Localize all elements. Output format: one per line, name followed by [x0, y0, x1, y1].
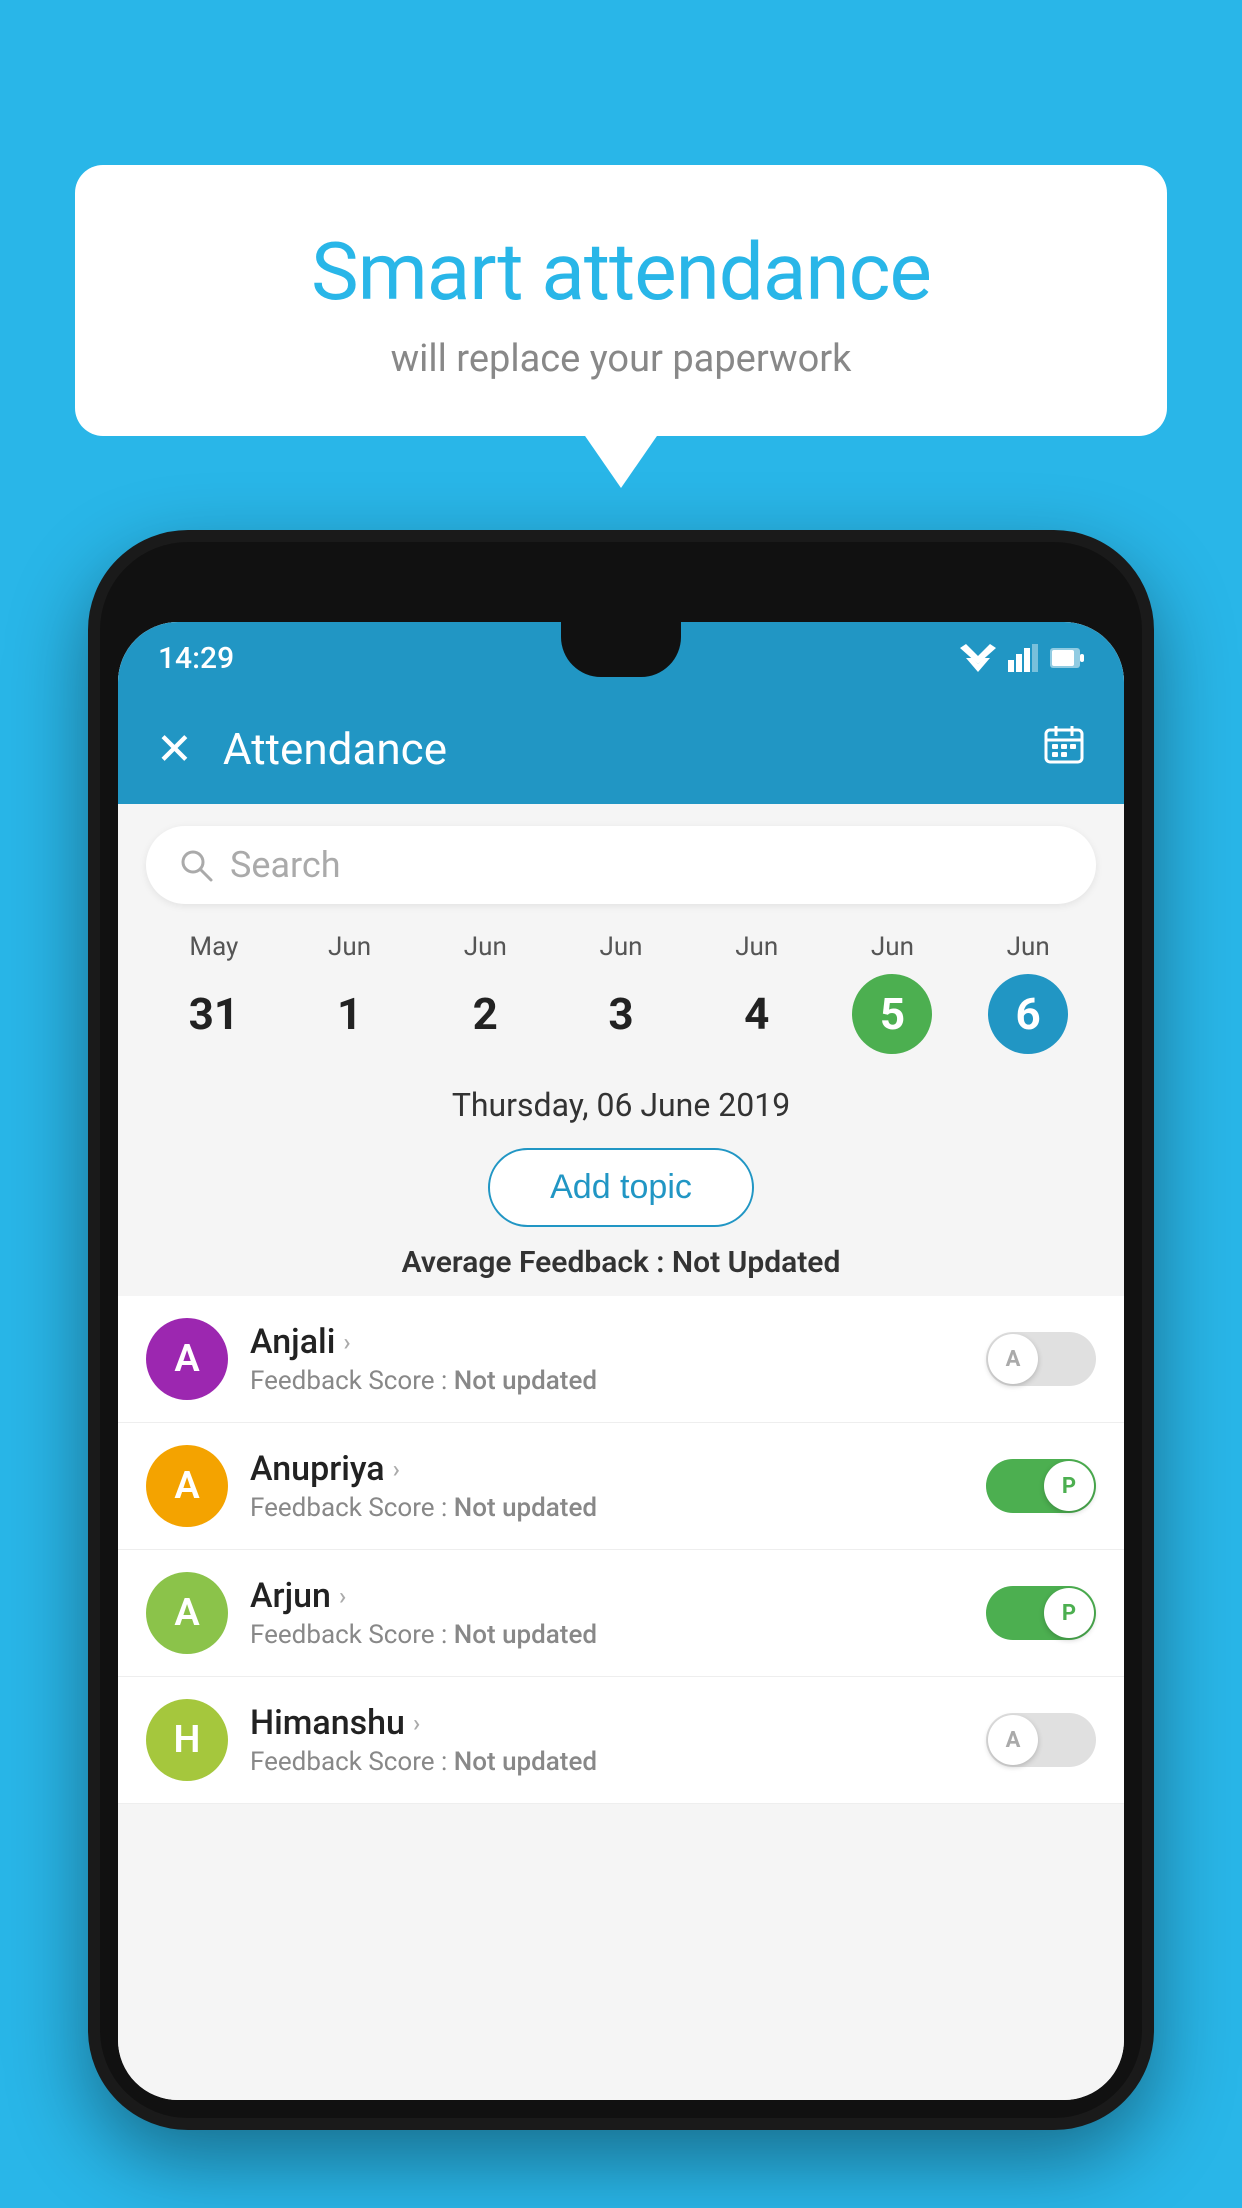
- app-bar: ✕ Attendance: [118, 694, 1124, 804]
- power-button: [1146, 942, 1154, 1062]
- date-number: 4: [717, 974, 797, 1054]
- date-number: 1: [310, 974, 390, 1054]
- toggle-knob: A: [988, 1715, 1038, 1765]
- date-month: Jun: [553, 932, 689, 962]
- student-name: Himanshu ›: [250, 1703, 964, 1743]
- notch: [561, 622, 681, 677]
- student-feedback: Feedback Score : Not updated: [250, 1493, 964, 1523]
- wifi-icon: [960, 644, 996, 672]
- search-icon: [178, 847, 214, 883]
- date-item[interactable]: Jun 4: [689, 932, 825, 1054]
- date-scroll: May 31 Jun 1 Jun 2 Jun 3 Jun 4 Jun 5 Jun 6: [118, 904, 1124, 1054]
- bubble-title: Smart attendance: [125, 225, 1117, 319]
- date-number: 3: [581, 974, 661, 1054]
- student-item[interactable]: A Anjali › Feedback Score : Not updated A: [118, 1296, 1124, 1423]
- date-item[interactable]: May 31: [146, 932, 282, 1054]
- date-number: 2: [445, 974, 525, 1054]
- date-month: Jun: [417, 932, 553, 962]
- student-item[interactable]: H Himanshu › Feedback Score : Not updated A: [118, 1677, 1124, 1804]
- speech-bubble: Smart attendance will replace your paper…: [75, 165, 1167, 436]
- attendance-toggle[interactable]: P: [986, 1586, 1096, 1640]
- attendance-toggle[interactable]: P: [986, 1459, 1096, 1513]
- app-bar-title: Attendance: [223, 723, 1012, 775]
- signal-icon: [1008, 644, 1038, 672]
- phone-body: 14:29: [88, 530, 1154, 2130]
- selected-date-label: Thursday, 06 June 2019: [118, 1086, 1124, 1124]
- avg-feedback-value: Not Updated: [672, 1245, 840, 1280]
- feedback-value: Not updated: [454, 1493, 597, 1523]
- student-name: Arjun ›: [250, 1576, 964, 1616]
- student-info: Himanshu › Feedback Score : Not updated: [250, 1703, 964, 1777]
- volume-down-button: [88, 1082, 96, 1182]
- date-month: May: [146, 932, 282, 962]
- add-topic-button[interactable]: Add topic: [488, 1148, 754, 1227]
- student-info: Anupriya › Feedback Score : Not updated: [250, 1449, 964, 1523]
- date-month: Jun: [282, 932, 418, 962]
- search-placeholder: Search: [230, 844, 341, 886]
- avg-feedback: Average Feedback : Not Updated: [118, 1245, 1124, 1280]
- volume-up-button: [88, 962, 96, 1062]
- calendar-button[interactable]: [1042, 722, 1086, 777]
- status-time: 14:29: [158, 641, 234, 676]
- student-info: Anjali › Feedback Score : Not updated: [250, 1322, 964, 1396]
- date-item[interactable]: Jun 6: [960, 932, 1096, 1054]
- student-list: AAnjali ›Feedback Score : Not updatedAAA…: [118, 1296, 1124, 1804]
- feedback-value: Not updated: [454, 1620, 597, 1650]
- attendance-toggle[interactable]: A: [986, 1332, 1096, 1386]
- date-month: Jun: [825, 932, 961, 962]
- close-button[interactable]: ✕: [156, 723, 193, 775]
- search-bar[interactable]: Search: [146, 826, 1096, 904]
- chevron-icon: ›: [393, 1455, 400, 1483]
- avatar: A: [146, 1572, 228, 1654]
- chevron-icon: ›: [343, 1328, 350, 1356]
- date-number: 6: [988, 974, 1068, 1054]
- date-number: 5: [852, 974, 932, 1054]
- student-feedback: Feedback Score : Not updated: [250, 1747, 964, 1777]
- date-month: Jun: [960, 932, 1096, 962]
- student-feedback: Feedback Score : Not updated: [250, 1366, 964, 1396]
- phone-screen: 14:29: [118, 622, 1124, 2100]
- date-item[interactable]: Jun 5: [825, 932, 961, 1054]
- battery-icon: [1050, 644, 1084, 672]
- date-item[interactable]: Jun 2: [417, 932, 553, 1054]
- phone-mockup: 14:29: [88, 530, 1154, 2208]
- mute-button: [88, 862, 96, 932]
- date-item[interactable]: Jun 1: [282, 932, 418, 1054]
- avatar: A: [146, 1445, 228, 1527]
- date-item[interactable]: Jun 3: [553, 932, 689, 1054]
- toggle-knob: P: [1044, 1588, 1094, 1638]
- bubble-subtitle: will replace your paperwork: [125, 337, 1117, 381]
- calendar-icon: [1042, 722, 1086, 766]
- date-number: 31: [174, 974, 254, 1054]
- student-info: Arjun › Feedback Score : Not updated: [250, 1576, 964, 1650]
- attendance-toggle[interactable]: A: [986, 1713, 1096, 1767]
- avatar: A: [146, 1318, 228, 1400]
- student-name: Anjali ›: [250, 1322, 964, 1362]
- chevron-icon: ›: [413, 1709, 420, 1737]
- toggle-knob: P: [1044, 1461, 1094, 1511]
- student-item[interactable]: A Arjun › Feedback Score : Not updated P: [118, 1550, 1124, 1677]
- student-name: Anupriya ›: [250, 1449, 964, 1489]
- toggle-knob: A: [988, 1334, 1038, 1384]
- status-icons: [960, 644, 1084, 672]
- student-item[interactable]: A Anupriya › Feedback Score : Not updated P: [118, 1423, 1124, 1550]
- date-month: Jun: [689, 932, 825, 962]
- chevron-icon: ›: [339, 1582, 346, 1610]
- screen-inner: 14:29: [118, 622, 1124, 2100]
- feedback-value: Not updated: [454, 1747, 597, 1777]
- student-feedback: Feedback Score : Not updated: [250, 1620, 964, 1650]
- avg-feedback-prefix: Average Feedback :: [402, 1245, 672, 1280]
- avatar: H: [146, 1699, 228, 1781]
- feedback-value: Not updated: [454, 1366, 597, 1396]
